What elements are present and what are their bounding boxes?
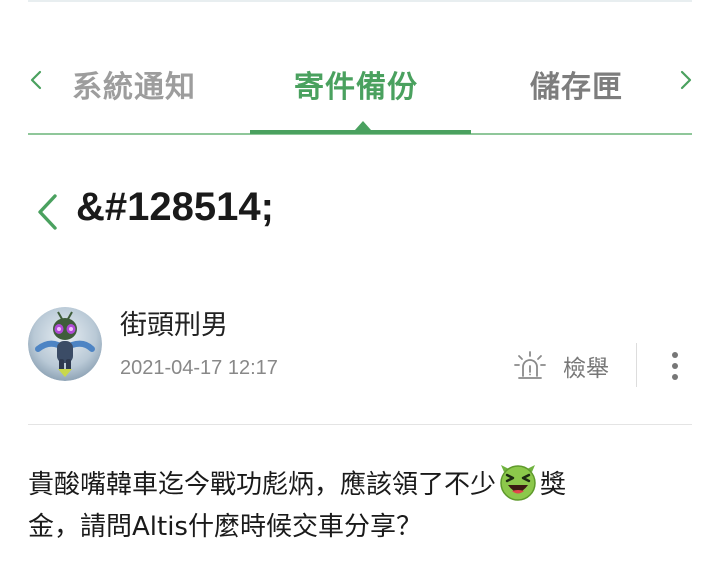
active-tab-notch [355,121,371,130]
more-vertical-icon-dot [672,363,678,369]
grinning-squint-emoji-icon [498,462,538,502]
tabs-scroll-left-button[interactable] [24,66,48,94]
post-body-text-cont: 獎 [540,470,567,500]
top-divider [28,0,692,2]
tab-system-notice[interactable]: 系統通知 [72,62,196,106]
tab-sent-backup[interactable]: 寄件備份 [294,62,418,106]
header-body-divider [28,424,692,425]
avatar[interactable] [28,307,102,381]
back-button[interactable] [30,190,64,234]
more-options-button[interactable] [662,348,688,384]
report-button[interactable]: 檢舉 [513,349,609,383]
character-avatar-image [28,307,102,381]
report-label: 檢舉 [563,356,609,382]
forum-message-page: 系統通知 寄件備份 儲存匣 &#128514; 街頭刑男 2021-04-17 … [0,0,720,567]
post-body-text: 貴酸嘴韓車迄今戰功彪炳，應該領了不少 [28,470,497,500]
more-vertical-icon-dot [672,374,678,380]
tab-storage[interactable]: 儲存匣 [530,62,623,106]
mailbox-tabs: 系統通知 寄件備份 儲存匣 [28,48,692,114]
post-body: 貴酸嘴韓車迄今戰功彪炳，應該領了不少 獎 金，請問Altis什麼時候交車分享？ [28,462,692,548]
author-name[interactable]: 街頭刑男 [120,303,228,342]
action-divider [636,343,637,387]
tabs-scroll-right-button[interactable] [674,66,698,94]
siren-icon [514,351,546,379]
active-tab-indicator [250,130,471,134]
post-body-text-line2: 金，請問Altis什麼時候交車分享？ [28,512,422,542]
chevron-left-icon [38,194,57,230]
post-title: &#128514; [76,185,274,229]
chevron-left-icon [30,70,42,90]
more-vertical-icon [672,352,678,358]
chevron-right-icon [680,70,692,90]
post-timestamp: 2021-04-17 12:17 [120,357,278,379]
